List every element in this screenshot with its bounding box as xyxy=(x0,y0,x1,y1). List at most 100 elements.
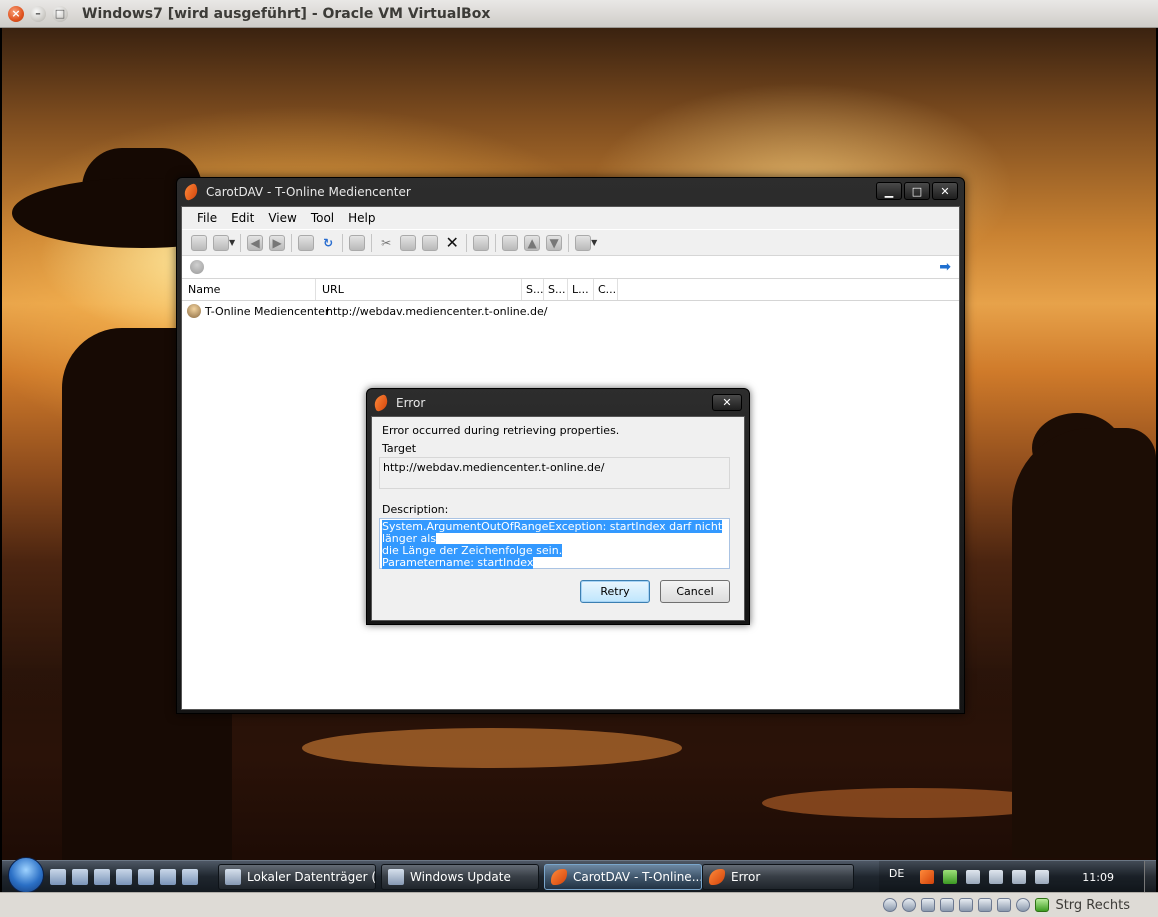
list-header: Name URL S... S... L... C... xyxy=(182,279,959,301)
close-button[interactable]: ✕ xyxy=(712,394,742,411)
shared-folder-icon[interactable] xyxy=(959,898,974,912)
host-key-label: Strg Rechts xyxy=(1055,897,1130,913)
internet-explorer-icon[interactable] xyxy=(116,868,132,885)
toolbar-separator xyxy=(466,233,468,252)
wallpaper-rock-highlight xyxy=(302,728,682,768)
column-header-name[interactable]: Name xyxy=(182,279,316,300)
list-item[interactable]: T-Online Mediencenter http://webdav.medi… xyxy=(182,301,959,321)
toolbar-separator xyxy=(342,233,344,252)
error-dialog: Error ✕ Error occurred during retrieving… xyxy=(366,388,750,625)
column-header-s2[interactable]: S... xyxy=(544,279,568,300)
description-label: Description: xyxy=(382,503,449,516)
host-minimize-button[interactable]: – xyxy=(30,5,46,22)
carrot-icon xyxy=(551,868,567,885)
error-dialog-titlebar[interactable]: Error ✕ xyxy=(367,389,749,416)
carotdav-window-title: CarotDAV - T-Online Mediencenter xyxy=(206,185,411,199)
start-button[interactable] xyxy=(8,857,44,893)
carrot-icon xyxy=(182,183,200,201)
toolbar-separator xyxy=(291,233,293,252)
globe-icon[interactable] xyxy=(213,234,229,251)
virtualbox-status-bar: Strg Rechts xyxy=(0,892,1158,917)
carrot-icon xyxy=(709,868,725,885)
toolbar-separator xyxy=(568,233,570,252)
address-bar[interactable]: ➡ xyxy=(182,255,959,279)
retry-button[interactable]: Retry xyxy=(580,580,650,603)
error-dialog-client: Error occurred during retrieving propert… xyxy=(371,416,745,621)
download-icon[interactable]: ▼ xyxy=(546,234,563,251)
taskbar-item-carotdav[interactable]: CarotDAV - T-Online... xyxy=(544,863,702,890)
cancel-button[interactable]: Cancel xyxy=(660,580,730,603)
list-item-url: http://webdav.mediencenter.t-online.de/ xyxy=(326,304,548,318)
upload-icon[interactable]: ▲ xyxy=(524,234,541,251)
upload-folder-icon[interactable] xyxy=(502,234,519,251)
menu-help[interactable]: Help xyxy=(343,211,384,225)
new-folder-icon[interactable] xyxy=(349,234,366,251)
document-icon[interactable] xyxy=(138,868,154,885)
avast-icon[interactable] xyxy=(920,870,935,884)
network-adapter-icon[interactable] xyxy=(997,898,1012,912)
host-key-icon[interactable] xyxy=(1035,898,1050,912)
column-header-url[interactable]: URL xyxy=(316,279,522,300)
virtualbox-icon[interactable] xyxy=(966,870,981,884)
taskbar-item-lokaler-datentraeger[interactable]: Lokaler Datenträger (... xyxy=(218,863,376,890)
description-line: System.ArgumentOutOfRangeException: star… xyxy=(382,520,723,545)
recycle-icon[interactable] xyxy=(943,870,958,884)
error-dialog-title: Error xyxy=(396,395,426,410)
display-icon[interactable] xyxy=(978,898,993,912)
taskbar-item-error[interactable]: Error xyxy=(702,863,854,890)
column-header-s1[interactable]: S... xyxy=(522,279,544,300)
hard-disk-icon[interactable] xyxy=(883,898,898,912)
column-header-c[interactable]: C... xyxy=(594,279,618,300)
maximize-button[interactable]: □ xyxy=(904,182,930,200)
host-close-button[interactable]: × xyxy=(8,5,24,22)
explorer-icon[interactable] xyxy=(94,868,110,885)
go-arrow-icon[interactable]: ➡ xyxy=(939,259,951,275)
clock[interactable]: 11:09 xyxy=(1082,871,1114,884)
show-desktop-icon[interactable] xyxy=(50,868,66,885)
taskbar-item-windows-update[interactable]: Windows Update xyxy=(381,863,539,890)
folder-up-icon[interactable] xyxy=(298,234,315,251)
chevron-down-icon[interactable]: ▼ xyxy=(229,238,235,247)
taskbar: Lokaler Datenträger (... Windows Update … xyxy=(2,857,1156,893)
toolbar-separator xyxy=(371,233,373,252)
taskbar-item-label: CarotDAV - T-Online... xyxy=(573,869,702,884)
chevron-down-icon[interactable]: ▼ xyxy=(591,238,597,247)
target-field[interactable]: http://webdav.mediencenter.t-online.de/ xyxy=(379,457,730,489)
view-mode-icon[interactable] xyxy=(575,234,592,251)
host-window-title: Windows7 [wird ausgeführt] - Oracle VM V… xyxy=(82,5,491,22)
delete-icon[interactable]: ✕ xyxy=(444,233,460,252)
menu-view[interactable]: View xyxy=(263,211,305,225)
calculator-icon[interactable] xyxy=(160,868,176,885)
description-textarea[interactable]: System.ArgumentOutOfRangeException: star… xyxy=(379,518,730,569)
command-prompt-icon[interactable] xyxy=(182,868,198,885)
host-maximize-button[interactable]: □ xyxy=(52,5,68,22)
action-center-icon[interactable] xyxy=(989,870,1004,884)
column-header-l[interactable]: L... xyxy=(568,279,594,300)
language-indicator[interactable]: DE xyxy=(889,867,904,880)
show-desktop-button[interactable] xyxy=(1144,861,1156,893)
switch-windows-icon[interactable] xyxy=(72,868,88,885)
carrot-icon xyxy=(372,393,390,412)
refresh-icon[interactable]: ↻ xyxy=(320,235,336,251)
paste-icon[interactable] xyxy=(422,234,439,251)
description-line: Parametername: startIndex xyxy=(382,556,534,569)
cut-icon[interactable]: ✂ xyxy=(378,235,394,251)
taskbar-item-label: Lokaler Datenträger (... xyxy=(247,869,376,884)
audio-icon[interactable] xyxy=(921,898,936,912)
minimize-button[interactable]: ▁ xyxy=(876,182,902,200)
menu-file[interactable]: File xyxy=(192,211,226,225)
forward-icon[interactable]: ▶ xyxy=(269,234,286,251)
volume-icon[interactable] xyxy=(1035,870,1050,884)
copy-icon[interactable] xyxy=(400,234,417,251)
menu-tool[interactable]: Tool xyxy=(306,211,343,225)
close-button[interactable]: ✕ xyxy=(932,182,958,200)
usb-icon[interactable] xyxy=(940,898,955,912)
optical-drive-icon[interactable] xyxy=(902,898,917,912)
mouse-integration-icon[interactable] xyxy=(1016,898,1031,912)
back-icon[interactable]: ◀ xyxy=(247,234,264,251)
network-icon[interactable] xyxy=(1012,870,1027,884)
menu-edit[interactable]: Edit xyxy=(226,211,263,225)
properties-icon[interactable] xyxy=(473,234,490,251)
connect-icon[interactable] xyxy=(191,234,207,251)
carotdav-titlebar[interactable]: CarotDAV - T-Online Mediencenter ▁ □ ✕ xyxy=(177,178,964,206)
